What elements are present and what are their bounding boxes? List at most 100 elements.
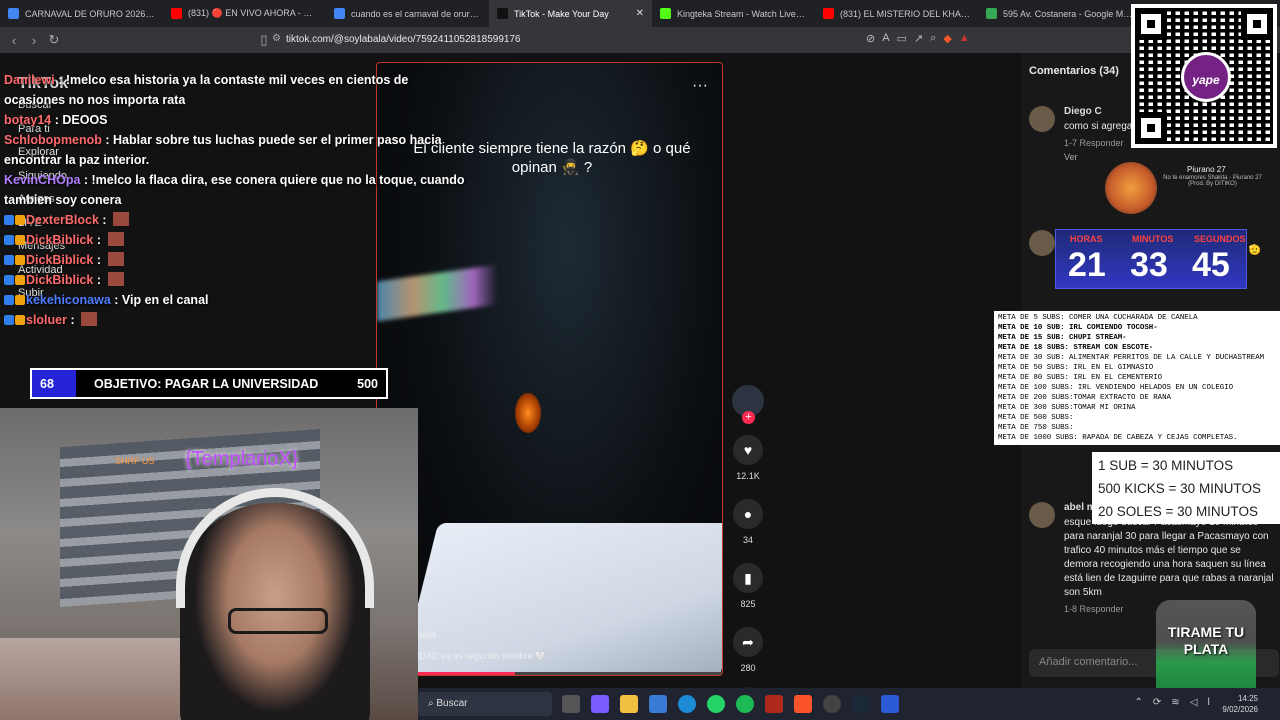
file-explorer-icon[interactable] — [620, 695, 638, 713]
copilot-icon[interactable] — [591, 695, 609, 713]
chat-message: Danilewi : !melco esa historia ya la con… — [0, 70, 470, 110]
clock-date: 9/02/2026 — [1222, 705, 1258, 714]
tab-title: cuando es el carnaval de oruro 2026 — [351, 8, 481, 19]
creator-avatar[interactable]: + — [732, 385, 764, 424]
share-icon[interactable]: ↗ — [914, 32, 923, 45]
back-icon[interactable]: ‹ — [4, 33, 24, 48]
goal-bar: 68 OBJETIVO: PAGAR LA UNIVERSIDAD 500 — [30, 368, 388, 399]
yape-qr-code: yape — [1131, 4, 1277, 148]
goal-label: OBJETIVO: PAGAR LA UNIVERSIDAD — [94, 377, 319, 391]
task-view-icon[interactable] — [562, 695, 580, 713]
chat-separator: : — [110, 293, 122, 307]
commenter-avatar[interactable] — [1029, 106, 1055, 132]
qr-finder-bottom-left — [1135, 112, 1167, 144]
rate-line: 500 KICKS = 30 MINUTOS — [1098, 481, 1261, 496]
tab-close-icon[interactable]: ✕ — [636, 8, 644, 19]
no-ads-icon[interactable]: ⊘ — [866, 32, 875, 45]
chat-message: DickBiblick : — [0, 230, 470, 250]
commenter-name[interactable]: abel m — [1064, 502, 1096, 513]
desktop: CARNAVAL DE ORURO 2026 CUANDO (831) 🔴 EN … — [0, 0, 1280, 720]
sub-goal-line: META DE 5 SUBS: COMER UNA CUCHARADA DE C… — [998, 314, 1198, 322]
forward-icon[interactable]: › — [24, 33, 44, 48]
translate-icon[interactable]: A — [882, 32, 889, 45]
sub-goal-line: META DE 80 SUBS: IRL EN EL CEMENTERIO — [998, 374, 1163, 382]
browser-tab[interactable]: (831) EL MISTERIO DEL KHARISIRI - P — [815, 0, 978, 27]
brave-shield-icon[interactable]: ◆ — [943, 32, 951, 45]
site-settings-icon[interactable]: ⚙ — [272, 33, 281, 44]
bookmark-icon[interactable]: ▮ — [733, 563, 763, 593]
sub-goal-line: META DE 50 SUBS: IRL EN EL GIMNASIO — [998, 364, 1154, 372]
browser-tab[interactable]: cuando es el carnaval de oruro 2026 — [326, 0, 489, 27]
commenter-avatar[interactable] — [1029, 230, 1055, 256]
chat-emote-icon — [81, 312, 98, 326]
video-username[interactable]: bala — [417, 630, 436, 641]
chat-username: DickBiblick — [26, 233, 94, 247]
like-icon[interactable]: ♥ — [733, 435, 763, 465]
chat-username: botay14 — [4, 113, 52, 127]
comment-icon[interactable]: ● — [733, 499, 763, 529]
spotify-icon[interactable] — [736, 695, 754, 713]
rate-line: 20 SOLES = 30 MINUTOS — [1098, 504, 1258, 519]
video-progress-bar[interactable] — [377, 672, 722, 675]
rewards-icon[interactable]: ▲ — [959, 32, 970, 45]
taskbar-search-label: Buscar — [436, 698, 468, 709]
sub-goal-line: META DE 100 SUBS: IRL VENDIENDO HELADOS … — [998, 384, 1234, 392]
clock-header: SEGUNDOS — [1194, 234, 1246, 244]
share-arrow-icon[interactable]: ➦ — [733, 627, 763, 657]
bed — [0, 638, 200, 720]
tray-sync-icon[interactable]: ⟳ — [1153, 697, 1161, 708]
gifter-badge-icon — [15, 315, 25, 325]
store-icon[interactable] — [649, 695, 667, 713]
browser-tab[interactable]: Kingteka Stream - Watch Live on Kick — [652, 0, 815, 27]
tab-title: (831) 🔴 EN VIVO AHORA - Parada — [188, 8, 318, 18]
webcam-feed: SHRF US {TemplarioX} — [0, 408, 418, 720]
qr-finder-top-right — [1241, 8, 1273, 40]
chat-username: Schlobopmenob — [4, 133, 102, 147]
tray-volume-icon[interactable]: ◁ — [1190, 697, 1198, 708]
app-icon[interactable] — [881, 695, 899, 713]
tray-chevron-icon[interactable]: ⌃ — [1135, 697, 1143, 708]
chat-username: DickBiblick — [26, 273, 94, 287]
chat-separator: : — [67, 313, 79, 327]
clock-header: MINUTOS — [1132, 234, 1174, 244]
video-actions: + ♥ 12.1K ● 34 ▮ 825 ➦ 280 — [730, 385, 766, 717]
browser-tab[interactable]: CARNAVAL DE ORURO 2026 CUANDO — [0, 0, 163, 27]
zoom-icon[interactable]: ⌕ — [930, 32, 936, 45]
browser-tab[interactable]: (831) 🔴 EN VIVO AHORA - Parada — [163, 0, 326, 27]
browser-tab[interactable]: TikTok - Make Your Day ✕ — [489, 0, 652, 27]
brave-icon[interactable] — [794, 695, 812, 713]
whatsapp-icon[interactable] — [707, 695, 725, 713]
rate-line: 1 SUB = 30 MINUTOS — [1098, 458, 1234, 473]
chat-emote-icon — [107, 252, 124, 266]
commenter-avatar[interactable] — [1029, 502, 1055, 528]
commenter-name[interactable]: Diego C — [1064, 106, 1102, 117]
stream-countdown-clock: HORAS 21 MINUTOS 33 SEGUNDOS 45 — [1055, 229, 1247, 289]
clock-value: 45 — [1192, 246, 1230, 284]
steam-icon[interactable] — [852, 695, 870, 713]
follow-plus-icon[interactable]: + — [742, 411, 755, 424]
subathon-rates: 1 SUB = 30 MINUTOS 500 KICKS = 30 MINUTOS… — [1092, 452, 1280, 524]
chat-username: DickBiblick — [26, 253, 94, 267]
system-clock[interactable]: 14:25 9/02/2026 — [1222, 693, 1258, 715]
tray-mic-icon[interactable]: ǀ — [1207, 697, 1210, 708]
bookmark-icon[interactable]: ▯ — [254, 32, 274, 48]
cast-icon[interactable]: ▭ — [897, 32, 907, 45]
tab-title: TikTok - Make Your Day — [514, 8, 609, 19]
address-bar[interactable]: tiktok.com/@soylabala/video/759241105281… — [286, 34, 521, 45]
chat-text: Vip en el canal — [121, 293, 209, 307]
taskbar-search[interactable]: ⌕ Buscar — [418, 692, 552, 716]
tray-network-icon[interactable]: ≋ — [1171, 697, 1179, 708]
sub-badge-icon — [4, 235, 14, 245]
obs-icon[interactable] — [823, 695, 841, 713]
dota-icon[interactable] — [765, 695, 783, 713]
chat-username: Danilewi — [4, 73, 55, 87]
tab-title: 595 Av. Costanera - Google Maps — [1003, 8, 1133, 19]
clock-time: 14:25 — [1237, 694, 1258, 703]
chat-username: kekehiconawa — [26, 293, 111, 307]
browser-tab[interactable]: 595 Av. Costanera - Google Maps — [978, 0, 1141, 27]
more-options-icon[interactable]: ··· — [692, 77, 708, 95]
reload-icon[interactable]: ↻ — [44, 32, 64, 48]
chat-username: KevinCHOpa — [4, 173, 81, 187]
edge-icon[interactable] — [678, 695, 696, 713]
chat-message: DickBiblick : — [0, 250, 470, 270]
